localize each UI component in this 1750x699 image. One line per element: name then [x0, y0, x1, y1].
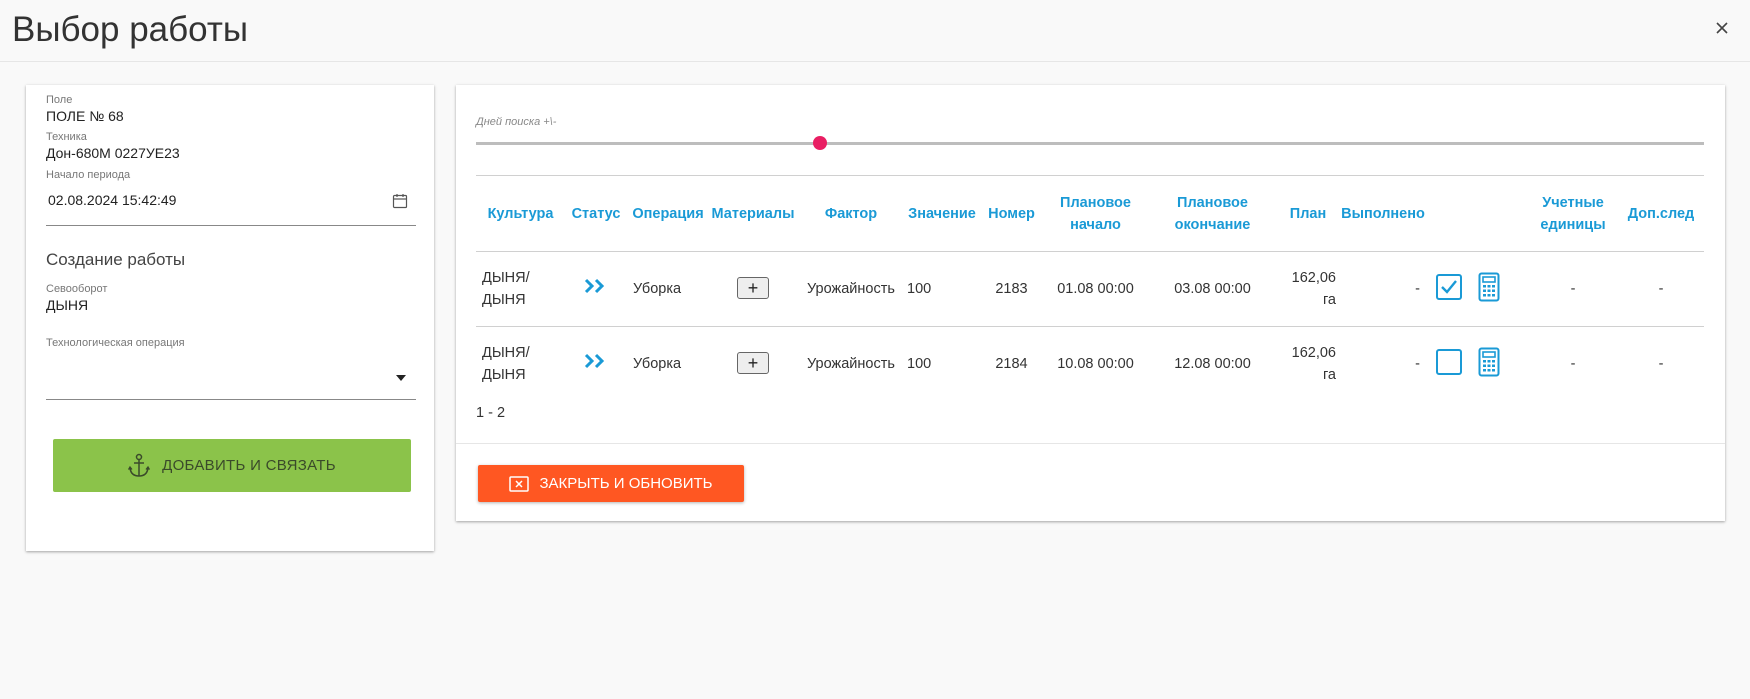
period-start-input[interactable]: [46, 191, 370, 209]
status-cell: [565, 327, 627, 402]
checkmark-icon: [1441, 279, 1457, 294]
work-search-panel: Дней поиска +\- Культура Статус Операция…: [456, 85, 1725, 521]
pager-info: 1 - 2: [476, 405, 506, 421]
add-and-link-label: ДОБАВИТЬ И СВЯЗАТЬ: [162, 457, 336, 474]
factor-cell: Урожайность: [807, 356, 895, 373]
dropdown-arrow-icon: [396, 375, 406, 381]
tech-operation-select[interactable]: [46, 355, 416, 400]
tech-operation-label: Технологическая операция: [46, 337, 185, 349]
value-cell: 100: [907, 281, 932, 297]
culture-cell: ДЫНЯ/ ДЫНЯ: [482, 345, 530, 384]
slider-thumb[interactable]: [812, 136, 827, 150]
done-cell: -: [1415, 281, 1420, 297]
operation-cell: Уборка: [633, 356, 682, 373]
plan-cell: 162,06 га: [1291, 345, 1336, 384]
create-work-title: Создание работы: [46, 250, 186, 269]
header-done[interactable]: Выполнено: [1338, 176, 1428, 252]
header-operation[interactable]: Операция: [627, 176, 709, 252]
close-icon: [1716, 22, 1728, 34]
materials-cell: +: [709, 327, 797, 402]
header-factor[interactable]: Фактор: [797, 176, 905, 252]
calendar-icon[interactable]: [392, 193, 408, 209]
header-plan[interactable]: План: [1278, 176, 1338, 252]
header-culture[interactable]: Культура: [476, 176, 565, 252]
header-number[interactable]: Номер: [979, 176, 1044, 252]
add-material-button[interactable]: +: [737, 277, 769, 299]
field-value: ПОЛЕ № 68: [46, 108, 124, 124]
plan-end-cell: 12.08 00:00: [1174, 356, 1251, 373]
table-row[interactable]: ДЫНЯ/ ДЫНЯ Уборка + Урожайность 100 2183: [476, 252, 1704, 327]
header-plan-end[interactable]: Плановое окончание: [1147, 176, 1278, 252]
period-start-field: [46, 185, 416, 226]
close-box-icon: [509, 475, 530, 492]
dialog-header: Выбор работы: [0, 0, 1750, 62]
extra-cell: -: [1658, 356, 1664, 373]
machine-label: Техника: [46, 131, 87, 143]
status-cell: [565, 252, 627, 327]
number-cell: 2184: [995, 356, 1028, 373]
materials-cell: +: [709, 252, 797, 327]
header-status[interactable]: Статус: [565, 176, 627, 252]
extra-cell: -: [1658, 281, 1664, 297]
plan-end-cell: 03.08 00:00: [1174, 281, 1251, 297]
crop-rotation-label: Севооборот: [46, 283, 108, 295]
operation-cell: Уборка: [633, 281, 682, 297]
culture-cell: ДЫНЯ/ ДЫНЯ: [482, 270, 530, 308]
anchor-icon: [128, 453, 151, 477]
calculator-icon[interactable]: [1478, 347, 1500, 377]
works-table-wrap: Культура Статус Операция Материалы Факто…: [476, 175, 1704, 402]
works-table: Культура Статус Операция Материалы Факто…: [476, 175, 1704, 402]
calculator-icon[interactable]: [1478, 272, 1500, 302]
close-and-update-button[interactable]: ЗАКРЫТЬ И ОБНОВИТЬ: [478, 465, 744, 502]
search-days-label: Дней поиска +\-: [476, 116, 557, 128]
number-cell: 2183: [995, 281, 1028, 297]
select-checkbox[interactable]: [1436, 273, 1462, 300]
table-row[interactable]: ДЫНЯ/ ДЫНЯ Уборка + Урожайность 100 2184: [476, 327, 1704, 402]
create-work-panel: Поле ПОЛЕ № 68 Техника Дон-680М 0227УЕ23…: [26, 85, 434, 551]
plan-start-cell: 01.08 00:00: [1057, 281, 1134, 297]
close-and-update-label: ЗАКРЫТЬ И ОБНОВИТЬ: [539, 475, 713, 492]
field-label: Поле: [46, 94, 73, 106]
actions-cell: [1428, 327, 1528, 402]
table-header-row: Культура Статус Операция Материалы Факто…: [476, 175, 1704, 252]
units-cell: -: [1570, 356, 1576, 373]
select-checkbox[interactable]: [1436, 348, 1462, 375]
add-material-button[interactable]: +: [737, 352, 769, 375]
search-days-slider[interactable]: [476, 136, 1704, 150]
machine-value: Дон-680М 0227УЕ23: [46, 145, 180, 161]
plan-start-cell: 10.08 00:00: [1057, 356, 1134, 373]
double-chevron-right-icon: [584, 353, 605, 368]
footer-divider: [456, 443, 1725, 444]
header-plan-start[interactable]: Плановое начало: [1044, 176, 1147, 252]
dialog-title: Выбор работы: [12, 10, 249, 49]
header-actions: [1428, 176, 1528, 252]
done-cell: -: [1415, 356, 1420, 373]
plan-cell: 162,06 га: [1291, 270, 1336, 308]
value-cell: 100: [907, 356, 932, 373]
header-materials[interactable]: Материалы: [709, 176, 797, 252]
actions-cell: [1428, 252, 1528, 327]
header-extra[interactable]: Доп.след: [1618, 176, 1704, 252]
double-chevron-right-icon: [584, 278, 605, 293]
period-start-label: Начало периода: [46, 169, 131, 181]
crop-rotation-value: ДЫНЯ: [46, 297, 89, 313]
header-value[interactable]: Значение: [905, 176, 979, 252]
add-and-link-button[interactable]: ДОБАВИТЬ И СВЯЗАТЬ: [53, 439, 411, 492]
units-cell: -: [1570, 281, 1576, 297]
header-units[interactable]: Учетные единицы: [1528, 176, 1618, 252]
factor-cell: Урожайность: [807, 281, 895, 297]
close-dialog-button[interactable]: [1710, 16, 1734, 40]
